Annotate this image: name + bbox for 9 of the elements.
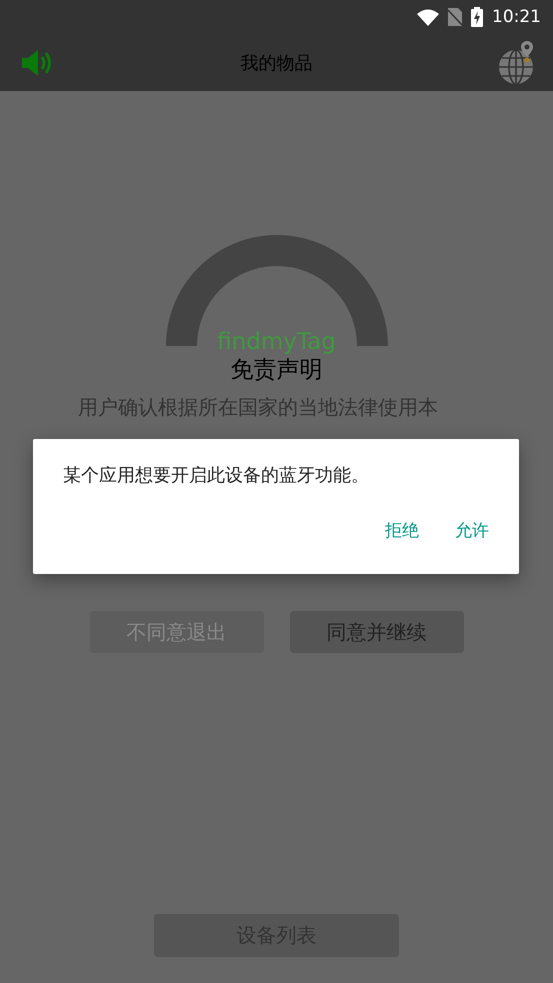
battery-charging-icon bbox=[471, 7, 483, 27]
clock: 10:21 bbox=[492, 7, 541, 27]
allow-button[interactable]: 允许 bbox=[447, 513, 497, 548]
no-sim-icon bbox=[448, 8, 462, 26]
deny-button[interactable]: 拒绝 bbox=[377, 513, 427, 548]
globe-pin-icon[interactable] bbox=[498, 40, 536, 84]
wifi-icon bbox=[417, 8, 439, 26]
dialog-message: 某个应用想要开启此设备的蓝牙功能。 bbox=[63, 464, 370, 487]
disclaimer-title: 免责声明 bbox=[230, 356, 322, 385]
